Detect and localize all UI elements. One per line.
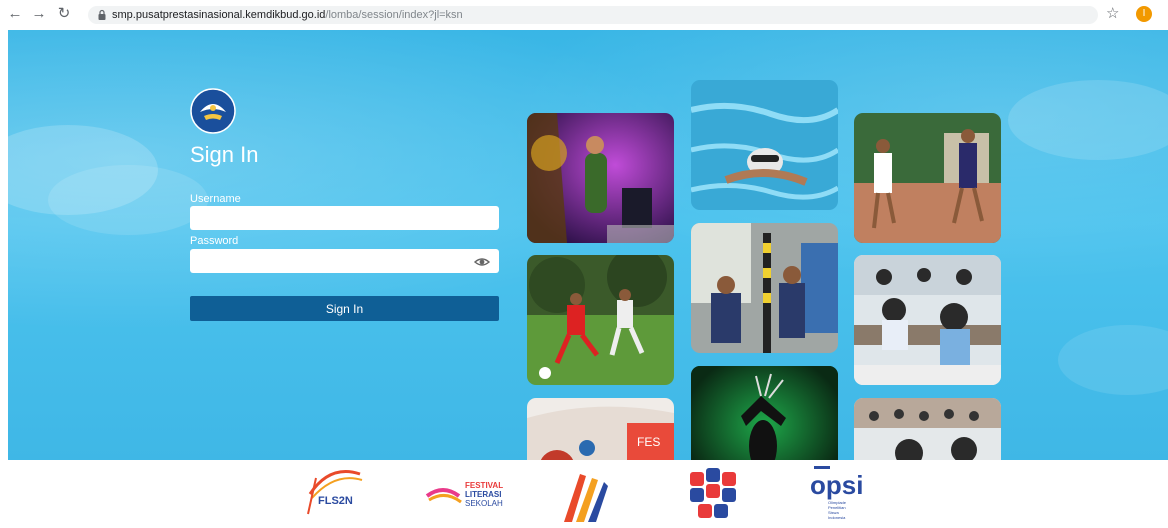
lock-icon [98, 9, 106, 20]
bookmark-star-icon[interactable]: ☆ [1106, 4, 1119, 22]
url-text: smp.pusatprestasinasional.kemdikbud.go.i… [112, 9, 463, 21]
photo-classroom [854, 398, 1001, 460]
password-input[interactable] [190, 249, 499, 273]
opsi-subtext-4: Indonesia [828, 515, 846, 520]
o2sn-logo [564, 474, 608, 522]
login-hero: Sign In Username Password Sign In FES [8, 30, 1168, 460]
browser-toolbar: ← → ↻ smp.pusatprestasinasional.kemdikbu… [0, 0, 1168, 30]
opsi-logo: opsi Olimpiade Penelitian Siswa Indonesi… [810, 466, 863, 520]
username-input[interactable] [190, 206, 499, 230]
photo-science-exhibit [691, 223, 838, 353]
ksn-logo [690, 468, 736, 518]
password-label: Password [190, 235, 239, 247]
photo-swimmer [691, 80, 838, 210]
username-label: Username [190, 193, 241, 205]
cloud-background [8, 80, 1168, 395]
show-password-eye-icon[interactable] [474, 254, 490, 270]
sekolah-text: SEKOLAH [465, 499, 503, 508]
festival-literasi-sekolah-logo: FESTIVAL LITERASI SEKOLAH [425, 481, 503, 508]
reload-icon[interactable]: ↻ [55, 5, 73, 23]
tut-wuri-handayani-logo [190, 88, 236, 134]
photo-dancer [691, 366, 838, 460]
photo-football [527, 255, 674, 385]
url-path: /lomba/session/index?jl=ksn [325, 9, 463, 21]
opsi-text: opsi [810, 470, 863, 500]
photo-runners [854, 113, 1001, 243]
profile-avatar[interactable]: I [1136, 6, 1152, 22]
literasi-text: LITERASI [465, 490, 501, 499]
footer-logos: FLS2N FESTIVAL LITERASI SEKOLAH opsi Oli… [0, 460, 1168, 528]
sign-in-button[interactable]: Sign In [190, 296, 499, 321]
address-bar[interactable]: smp.pusatprestasinasional.kemdikbud.go.i… [88, 6, 1098, 24]
svg-text:FES: FES [637, 435, 660, 449]
fls2n-logo: FLS2N [307, 470, 363, 515]
festival-text: FESTIVAL [465, 481, 503, 490]
photo-violinist [527, 113, 674, 243]
back-icon[interactable]: ← [6, 5, 24, 23]
photo-exam-students [854, 255, 1001, 385]
url-host: smp.pusatprestasinasional.kemdikbud.go.i… [112, 9, 326, 21]
fls2n-text: FLS2N [318, 495, 353, 507]
photo-exhibition: FES [527, 398, 674, 460]
forward-icon[interactable]: → [30, 5, 48, 23]
page-title: Sign In [190, 142, 259, 167]
